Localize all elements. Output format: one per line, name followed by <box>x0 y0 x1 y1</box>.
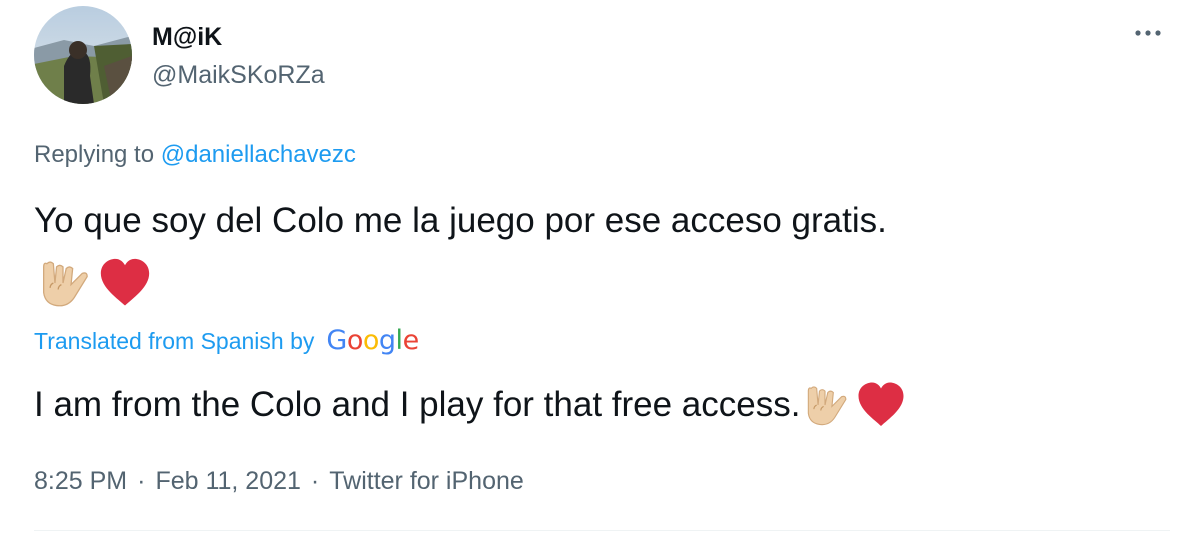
tweet-date[interactable]: Feb 11, 2021 <box>155 467 300 495</box>
avatar[interactable] <box>34 6 132 104</box>
translated-text-body: I am from the Colo and I play for that f… <box>34 385 801 424</box>
love-you-gesture-icon <box>808 386 847 426</box>
google-logo: Google <box>326 325 419 356</box>
red-heart-icon <box>100 258 150 306</box>
user-handle[interactable]: @MaikSKoRZa <box>152 60 325 90</box>
tweet-metadata: 8:25 PM · Feb 11, 2021 · Twitter for iPhone <box>34 466 524 496</box>
reply-mention-link[interactable]: @daniellachavezc <box>161 141 356 168</box>
tweet-text: Yo que soy del Colo me la juego por ese … <box>34 201 887 240</box>
red-heart-icon <box>858 382 904 426</box>
display-name[interactable]: M@iK <box>152 22 222 52</box>
translation-attribution[interactable]: Translated from Spanish by Google <box>34 326 419 356</box>
translated-emojis <box>800 378 908 432</box>
translated-text: I am from the Colo and I play for that f… <box>34 378 908 432</box>
replying-to-label: Replying to <box>34 141 161 168</box>
more-options-button[interactable] <box>1128 18 1168 48</box>
replying-to: Replying to @daniellachavezc <box>34 140 356 170</box>
translation-label: Translated from Spanish by <box>34 328 315 354</box>
separator: · <box>310 467 320 495</box>
avatar-photo <box>34 6 132 104</box>
more-horizontal-icon <box>1135 30 1161 36</box>
separator: · <box>137 467 146 495</box>
love-you-gesture-icon <box>43 261 88 307</box>
divider <box>34 530 1170 531</box>
tweet-source[interactable]: Twitter for iPhone <box>329 467 524 495</box>
tweet-emojis <box>34 254 154 312</box>
tweet-time[interactable]: 8:25 PM <box>34 467 127 495</box>
